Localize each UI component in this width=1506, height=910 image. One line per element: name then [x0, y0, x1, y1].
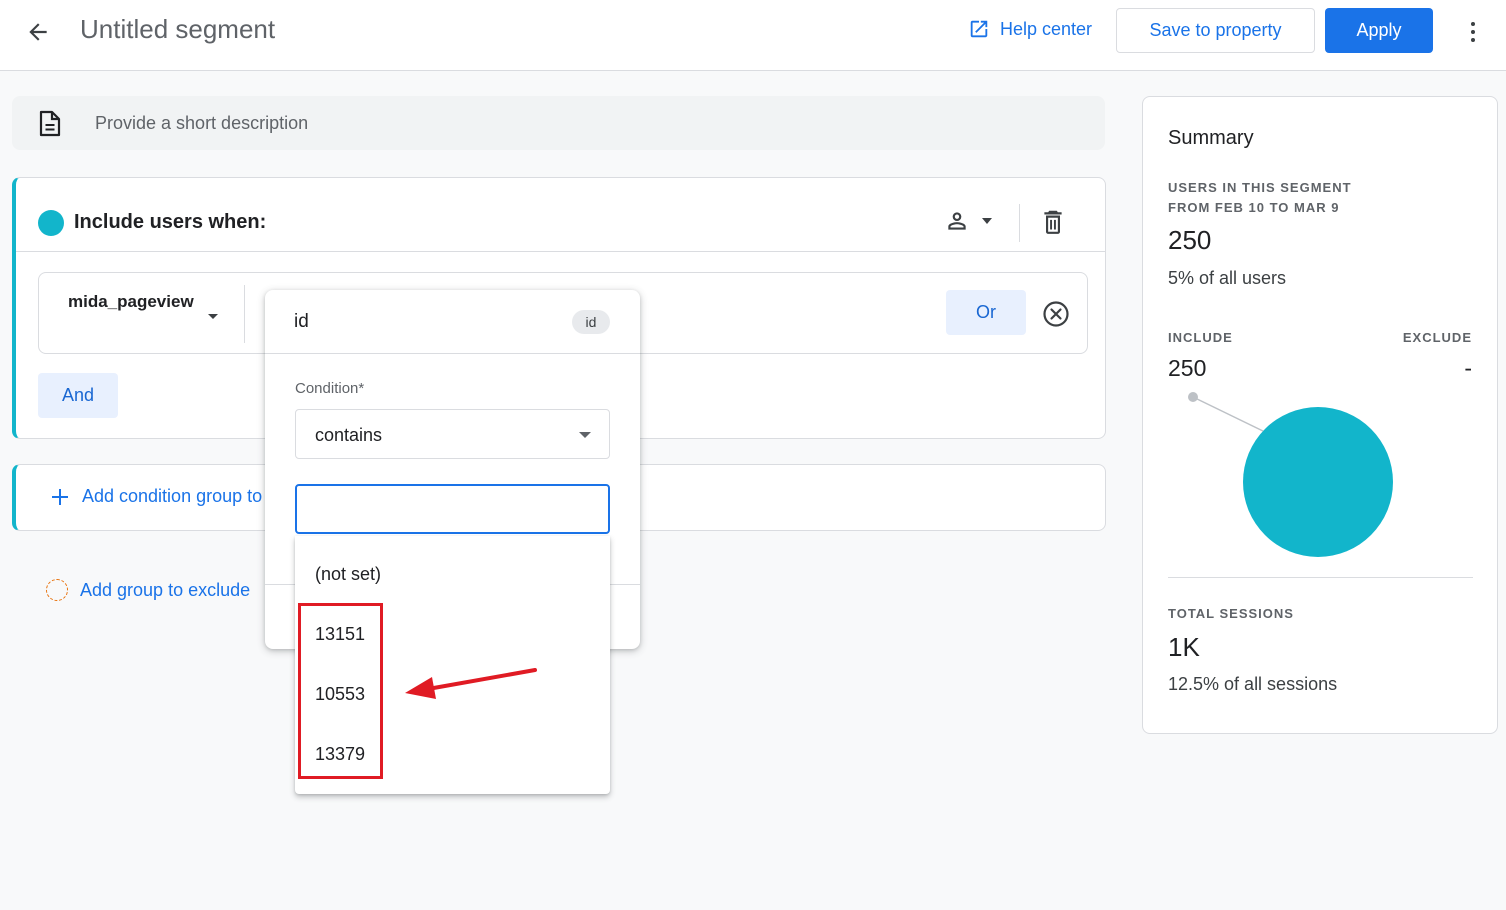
more-vert-icon[interactable] [1460, 16, 1486, 48]
include-value: 250 [1168, 355, 1207, 381]
include-group-title: Include users when: [74, 211, 267, 233]
popup-title: id [294, 311, 309, 332]
event-name-select[interactable]: mida_pageview [68, 289, 194, 314]
back-arrow-icon[interactable] [22, 16, 54, 48]
or-button[interactable]: Or [946, 290, 1026, 335]
open-in-new-icon [970, 20, 988, 38]
suggestion-item[interactable]: 13379 [315, 744, 365, 765]
summary-title: Summary [1168, 127, 1254, 149]
condition-label: Condition* [295, 380, 365, 397]
and-button[interactable]: And [38, 373, 118, 418]
caret-down-icon[interactable] [207, 309, 219, 327]
include-label: INCLUDE [1168, 330, 1233, 345]
condition-select[interactable]: contains [295, 409, 610, 459]
help-center-label: Help center [1000, 18, 1093, 39]
sessions-caption: TOTAL SESSIONS [1168, 606, 1294, 621]
description-bar [12, 96, 1105, 150]
add-group-to-exclude-button[interactable]: Add group to exclude [46, 579, 250, 601]
sessions-percent: 12.5% of all sessions [1168, 674, 1338, 694]
date-range-caption: FROM FEB 10 TO MAR 9 [1168, 200, 1340, 215]
save-to-property-button[interactable]: Save to property [1116, 8, 1315, 53]
dimension-chip: id [572, 310, 610, 334]
segment-pie-chart [1188, 392, 1393, 557]
header-divider [1019, 204, 1020, 242]
help-center-link[interactable]: Help center [968, 18, 1092, 40]
users-caption: USERS IN THIS SEGMENT [1168, 180, 1352, 195]
delete-icon[interactable] [1040, 208, 1066, 241]
scope-selector[interactable] [944, 208, 994, 234]
annotation-arrow-icon [405, 668, 537, 699]
caret-down-icon [982, 218, 992, 224]
row-divider [244, 285, 245, 343]
apply-button[interactable]: Apply [1325, 8, 1433, 53]
condition-value: contains [315, 425, 383, 445]
suggestion-item[interactable]: 10553 [315, 684, 365, 705]
suggestion-item[interactable]: (not set) [315, 564, 381, 585]
description-input[interactable] [95, 109, 995, 137]
users-count: 250 [1168, 225, 1212, 255]
exclude-circle-icon [46, 579, 68, 601]
plus-icon [52, 488, 68, 505]
users-percent: 5% of all users [1168, 268, 1287, 288]
page-title: Untitled segment [80, 14, 276, 44]
popup-divider [265, 353, 640, 354]
suggestion-item[interactable]: 13151 [315, 624, 365, 645]
remove-condition-icon[interactable] [1041, 299, 1071, 334]
caret-down-icon [579, 432, 591, 438]
segment-color-dot [38, 210, 64, 236]
document-icon [38, 110, 62, 142]
sessions-count: 1K [1168, 632, 1200, 662]
add-group-to-exclude-label: Add group to exclude [80, 579, 251, 600]
card-divider [16, 251, 1105, 252]
top-app-bar: Untitled segment Help center Save to pro… [0, 0, 1506, 71]
summary-panel: Summary USERS IN THIS SEGMENT FROM FEB 1… [1142, 96, 1498, 734]
summary-divider [1168, 577, 1473, 578]
exclude-value: - [1464, 355, 1472, 381]
value-input[interactable] [295, 484, 610, 534]
exclude-label: EXCLUDE [1402, 330, 1472, 345]
person-icon [948, 212, 966, 230]
